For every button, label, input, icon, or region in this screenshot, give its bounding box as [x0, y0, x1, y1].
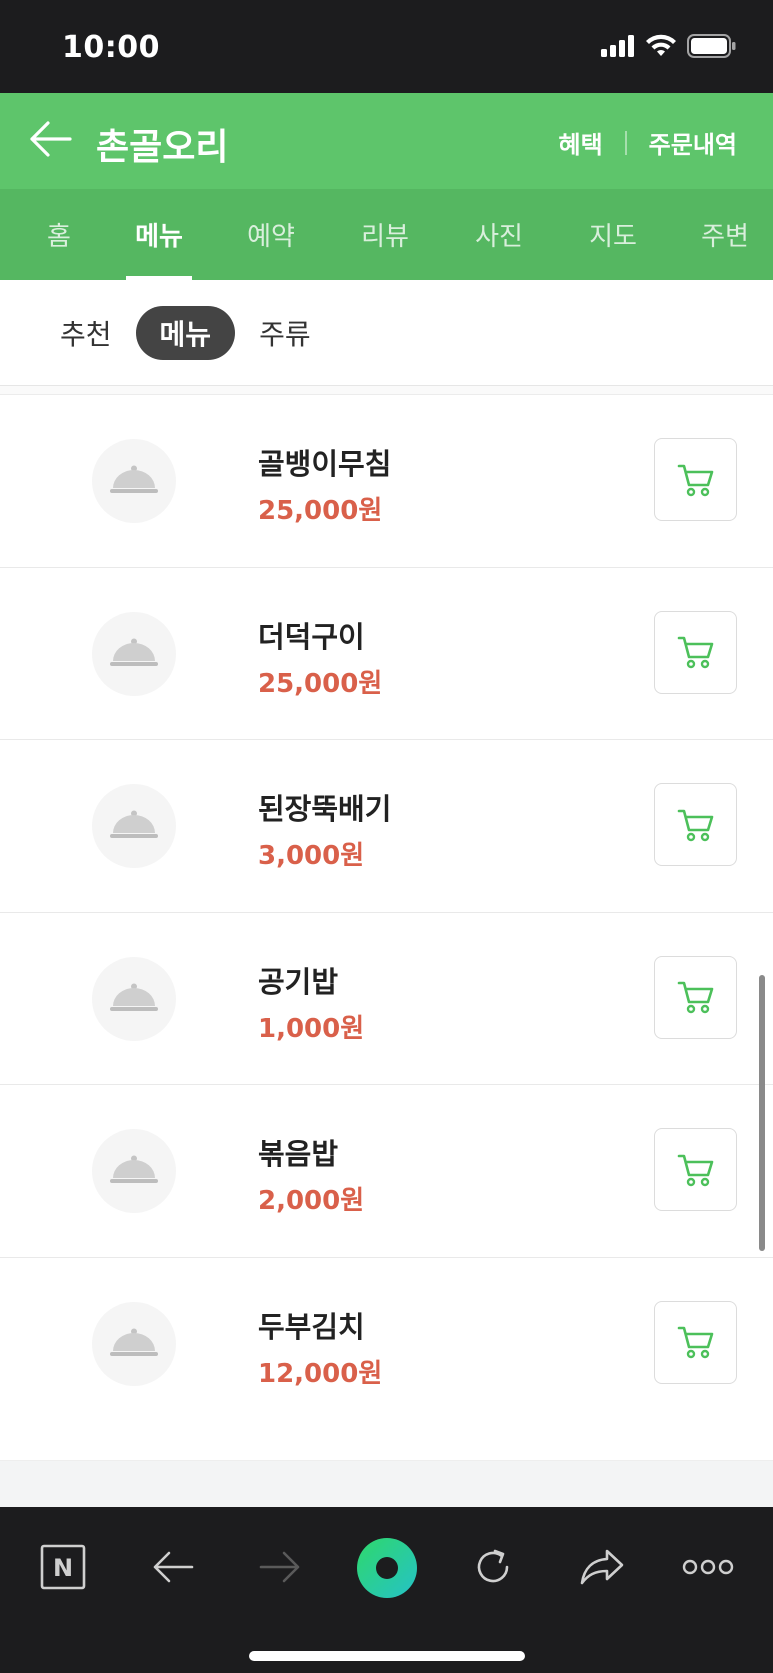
more-options-button[interactable] — [678, 1537, 738, 1597]
menu-item[interactable]: 골뱅이무침 25,000원 — [0, 395, 773, 568]
footer-spacer — [0, 1460, 773, 1507]
tab-map[interactable]: 지도 — [574, 189, 652, 280]
dish-name: 더덕구이 — [258, 619, 365, 654]
cart-icon — [677, 636, 713, 669]
share-button[interactable] — [572, 1537, 632, 1597]
dish-price: 25,000원 — [258, 668, 383, 699]
benefit-link[interactable]: 혜택 — [559, 125, 603, 160]
browser-toolbar: N — [0, 1507, 773, 1673]
tab-nearby[interactable]: 주변 — [686, 189, 764, 280]
cloche-icon — [110, 465, 158, 493]
tab-menu[interactable]: 메뉴 — [126, 189, 192, 280]
menu-item[interactable]: 더덕구이 25,000원 — [0, 567, 773, 740]
home-indicator — [249, 1651, 525, 1661]
order-history-link[interactable]: 주문내역 — [649, 125, 737, 160]
naver-n-icon: N — [40, 1544, 86, 1590]
cloche-icon — [110, 1328, 158, 1356]
dish-name: 공기밥 — [258, 964, 339, 999]
tab-home[interactable]: 홈 — [20, 189, 98, 280]
browser-back-button[interactable] — [143, 1537, 203, 1597]
arrow-left-icon — [153, 1551, 194, 1583]
dish-thumbnail — [92, 1129, 176, 1213]
cloche-icon — [110, 638, 158, 666]
dish-thumbnail — [92, 1301, 176, 1386]
app-header: 촌골오리 혜택 주문내역 — [0, 93, 773, 189]
cloche-icon — [110, 1155, 158, 1183]
cart-icon — [677, 464, 713, 496]
dish-name: 된장뚝배기 — [258, 792, 392, 826]
menu-item[interactable]: 된장뚝배기 3,000원 — [0, 740, 773, 913]
dish-price: 2,000원 — [258, 1186, 365, 1216]
scrollbar[interactable] — [759, 975, 765, 1251]
dish-name: 두부김치 — [258, 1309, 365, 1344]
dish-price: 3,000원 — [258, 841, 365, 871]
cart-icon — [677, 981, 713, 1014]
add-to-cart-button[interactable] — [654, 1128, 737, 1211]
dish-thumbnail — [92, 439, 176, 523]
wifi-icon — [646, 34, 676, 56]
add-to-cart-button[interactable] — [654, 1300, 737, 1384]
menu-item[interactable]: 볶음밥 2,000원 — [0, 1085, 773, 1258]
reload-button[interactable] — [463, 1537, 523, 1597]
tab-photos[interactable]: 사진 — [460, 189, 538, 280]
dish-name: 볶음밥 — [258, 1137, 339, 1171]
tab-bar: 홈 메뉴 예약 리뷰 사진 지도 주변 — [0, 189, 773, 280]
cart-icon — [677, 1326, 713, 1359]
header-links: 혜택 주문내역 — [559, 125, 737, 160]
page-title: 촌골오리 — [96, 127, 229, 168]
menu-list: 골뱅이무침 25,000원 더덕구이 25,000원 된장뚝배기 3,000원 … — [0, 395, 773, 1430]
header-divider — [624, 130, 627, 155]
add-to-cart-button[interactable] — [654, 610, 737, 694]
menu-item[interactable]: 공기밥 1,000원 — [0, 912, 773, 1085]
dish-price: 12,000원 — [258, 1358, 383, 1389]
green-dot-icon — [357, 1538, 417, 1598]
battery-icon — [687, 34, 736, 58]
reload-icon — [477, 1549, 509, 1583]
subtab-drinks[interactable]: 주류 — [235, 306, 335, 360]
status-icons — [601, 34, 737, 58]
svg-text:N: N — [53, 1554, 73, 1582]
browser-forward-button[interactable] — [250, 1537, 310, 1597]
tab-reviews[interactable]: 리뷰 — [346, 189, 424, 280]
share-arrow-icon — [580, 1549, 624, 1585]
add-to-cart-button[interactable] — [654, 783, 737, 866]
dish-thumbnail — [92, 611, 176, 696]
tab-reservation[interactable]: 예약 — [232, 189, 310, 280]
subtab-recommended[interactable]: 추천 — [60, 306, 136, 360]
add-to-cart-button[interactable] — [654, 955, 737, 1039]
arrow-left-icon — [30, 121, 72, 157]
dish-thumbnail — [92, 784, 176, 868]
menu-subtabs: 추천 메뉴 주류 — [0, 280, 773, 385]
back-button[interactable] — [26, 115, 74, 163]
cart-icon — [677, 809, 713, 841]
subtab-menu[interactable]: 메뉴 — [135, 305, 236, 360]
dish-thumbnail — [92, 956, 176, 1041]
cloche-icon — [110, 983, 158, 1011]
add-to-cart-button[interactable] — [654, 438, 737, 521]
green-dot-button[interactable] — [356, 1537, 418, 1599]
status-bar: 10:00 — [0, 0, 773, 93]
menu-content: 추천 메뉴 주류 골뱅이무침 25,000원 더덕구이 25,000원 된장뚝배… — [0, 280, 773, 1507]
naver-home-button[interactable]: N — [33, 1537, 93, 1597]
more-dots-icon — [682, 1559, 734, 1575]
section-divider — [0, 385, 773, 395]
status-time: 10:00 — [62, 30, 160, 65]
menu-item[interactable]: 두부김치 12,000원 — [0, 1257, 773, 1430]
dish-price: 25,000원 — [258, 496, 383, 526]
cellular-signal-icon — [601, 35, 634, 57]
cart-icon — [677, 1154, 713, 1186]
cloche-icon — [110, 810, 158, 838]
dish-name: 골뱅이무침 — [258, 447, 392, 481]
arrow-right-icon — [259, 1551, 300, 1583]
dish-price: 1,000원 — [258, 1013, 365, 1044]
